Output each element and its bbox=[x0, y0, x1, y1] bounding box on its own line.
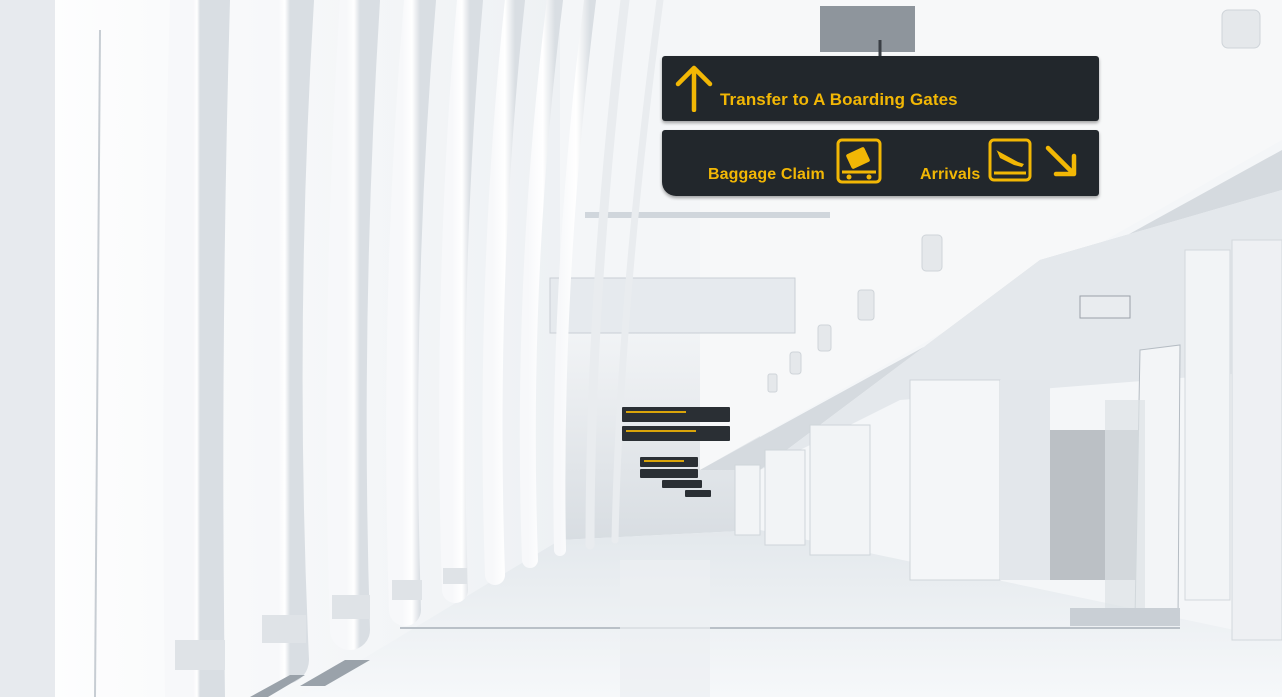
airport-terminal-photo: Transfer to A Boarding Gates Baggage Cla… bbox=[0, 0, 1282, 697]
mezzanine-bridge bbox=[549, 277, 796, 334]
transfer-label: Transfer to A Boarding Gates bbox=[720, 90, 958, 109]
arrivals-plane-icon bbox=[988, 138, 1032, 182]
arrow-up-icon bbox=[674, 64, 714, 112]
baggage-arrivals-sign: Baggage Claim Arrivals bbox=[662, 130, 1099, 196]
arrivals-label: Arrivals bbox=[920, 166, 981, 183]
transfer-sign: Transfer to A Boarding Gates bbox=[662, 56, 1099, 121]
bridge-rail bbox=[585, 212, 830, 218]
ceiling-box bbox=[820, 6, 915, 52]
baggage-claim-icon bbox=[836, 138, 882, 184]
exit-sign bbox=[1079, 295, 1131, 319]
baggage-claim-label: Baggage Claim bbox=[708, 166, 825, 183]
floor-reflection bbox=[620, 560, 710, 697]
arrow-down-right-icon bbox=[1042, 142, 1082, 182]
